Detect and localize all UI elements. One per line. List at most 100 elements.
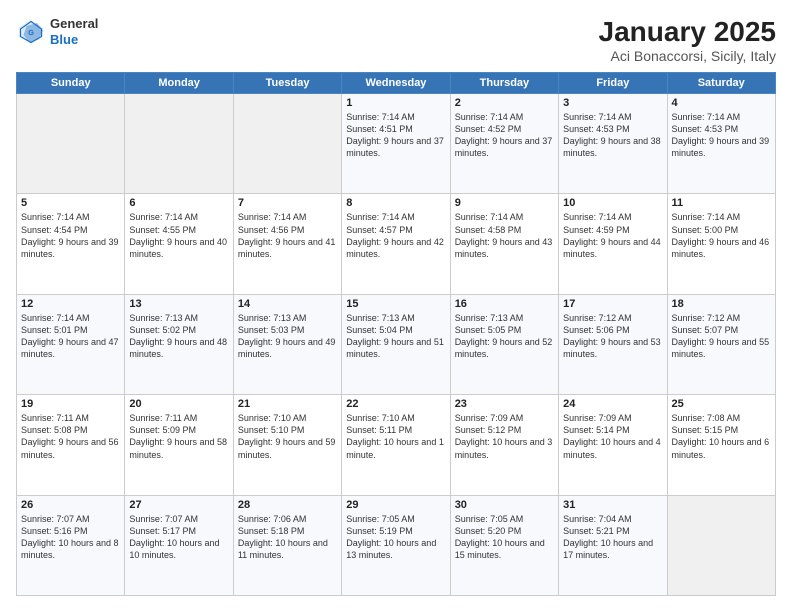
calendar-cell: 18 Sunrise: 7:12 AMSunset: 5:07 PMDayligh… bbox=[667, 294, 775, 394]
day-number: 7 bbox=[238, 197, 337, 209]
day-number: 31 bbox=[563, 499, 662, 511]
day-number: 12 bbox=[21, 298, 120, 310]
cell-text: Sunrise: 7:14 AMSunset: 4:56 PMDaylight:… bbox=[238, 211, 337, 260]
calendar-cell: 12Sunrise: 7:14 AMSunset: 5:01 PMDayligh… bbox=[17, 294, 125, 394]
weekday-header: Friday bbox=[559, 73, 667, 94]
calendar-cell: 5 Sunrise: 7:14 AMSunset: 4:54 PMDaylight… bbox=[17, 194, 125, 294]
month-title: January 2025 bbox=[599, 16, 776, 48]
calendar-cell: 24Sunrise: 7:09 AMSunset: 5:14 PMDayligh… bbox=[559, 395, 667, 495]
day-number: 9 bbox=[455, 197, 554, 209]
day-number: 6 bbox=[129, 197, 228, 209]
calendar-cell: 26 Sunrise: 7:07 AMSunset: 5:16 PMDayligh… bbox=[17, 495, 125, 595]
logo: G General Blue bbox=[16, 16, 98, 47]
day-number: 2 bbox=[455, 97, 554, 109]
cell-text: Sunrise: 7:09 AMSunset: 5:14 PMDaylight:… bbox=[563, 412, 662, 461]
calendar-cell: 29 Sunrise: 7:05 AMSunset: 5:19 PMDayligh… bbox=[342, 495, 450, 595]
calendar-week-row: 12Sunrise: 7:14 AMSunset: 5:01 PMDayligh… bbox=[17, 294, 776, 394]
calendar-week-row: 5 Sunrise: 7:14 AMSunset: 4:54 PMDaylight… bbox=[17, 194, 776, 294]
cell-text: Sunrise: 7:14 AMSunset: 4:51 PMDaylight:… bbox=[346, 111, 445, 160]
calendar-body: 1 Sunrise: 7:14 AMSunset: 4:51 PMDaylight… bbox=[17, 94, 776, 596]
calendar-week-row: 26 Sunrise: 7:07 AMSunset: 5:16 PMDayligh… bbox=[17, 495, 776, 595]
calendar-cell: 13 Sunrise: 7:13 AMSunset: 5:02 PMDayligh… bbox=[125, 294, 233, 394]
cell-text: Sunrise: 7:13 AMSunset: 5:04 PMDaylight:… bbox=[346, 312, 445, 361]
calendar-cell: 8 Sunrise: 7:14 AMSunset: 4:57 PMDaylight… bbox=[342, 194, 450, 294]
calendar-week-row: 19 Sunrise: 7:11 AMSunset: 5:08 PMDayligh… bbox=[17, 395, 776, 495]
cell-text: Sunrise: 7:09 AMSunset: 5:12 PMDaylight:… bbox=[455, 412, 554, 461]
calendar-cell: 17Sunrise: 7:12 AMSunset: 5:06 PMDayligh… bbox=[559, 294, 667, 394]
day-number: 15 bbox=[346, 298, 445, 310]
day-number: 23 bbox=[455, 398, 554, 410]
calendar-cell bbox=[125, 94, 233, 194]
calendar-cell: 6 Sunrise: 7:14 AMSunset: 4:55 PMDaylight… bbox=[125, 194, 233, 294]
day-number: 17 bbox=[563, 298, 662, 310]
cell-text: Sunrise: 7:07 AMSunset: 5:17 PMDaylight:… bbox=[129, 513, 228, 562]
day-number: 10 bbox=[563, 197, 662, 209]
cell-text: Sunrise: 7:05 AMSunset: 5:20 PMDaylight:… bbox=[455, 513, 554, 562]
cell-text: Sunrise: 7:04 AMSunset: 5:21 PMDaylight:… bbox=[563, 513, 662, 562]
calendar-cell: 19 Sunrise: 7:11 AMSunset: 5:08 PMDayligh… bbox=[17, 395, 125, 495]
day-number: 5 bbox=[21, 197, 120, 209]
day-number: 20 bbox=[129, 398, 228, 410]
svg-text:G: G bbox=[28, 28, 34, 37]
calendar-cell: 16 Sunrise: 7:13 AMSunset: 5:05 PMDayligh… bbox=[450, 294, 558, 394]
cell-text: Sunrise: 7:14 AMSunset: 4:53 PMDaylight:… bbox=[672, 111, 771, 160]
weekday-header: Thursday bbox=[450, 73, 558, 94]
logo-text: General Blue bbox=[50, 16, 98, 47]
title-block: January 2025 Aci Bonaccorsi, Sicily, Ita… bbox=[599, 16, 776, 64]
day-number: 28 bbox=[238, 499, 337, 511]
day-number: 22 bbox=[346, 398, 445, 410]
cell-text: Sunrise: 7:14 AMSunset: 4:53 PMDaylight:… bbox=[563, 111, 662, 160]
logo-icon: G bbox=[16, 17, 46, 47]
calendar-cell: 7 Sunrise: 7:14 AMSunset: 4:56 PMDaylight… bbox=[233, 194, 341, 294]
cell-text: Sunrise: 7:07 AMSunset: 5:16 PMDaylight:… bbox=[21, 513, 120, 562]
day-number: 8 bbox=[346, 197, 445, 209]
day-number: 25 bbox=[672, 398, 771, 410]
calendar-header: SundayMondayTuesdayWednesdayThursdayFrid… bbox=[17, 73, 776, 94]
logo-general-text: General bbox=[50, 16, 98, 31]
day-number: 14 bbox=[238, 298, 337, 310]
day-number: 18 bbox=[672, 298, 771, 310]
cell-text: Sunrise: 7:11 AMSunset: 5:09 PMDaylight:… bbox=[129, 412, 228, 461]
weekday-row: SundayMondayTuesdayWednesdayThursdayFrid… bbox=[17, 73, 776, 94]
day-number: 16 bbox=[455, 298, 554, 310]
day-number: 26 bbox=[21, 499, 120, 511]
calendar-cell: 25Sunrise: 7:08 AMSunset: 5:15 PMDayligh… bbox=[667, 395, 775, 495]
day-number: 19 bbox=[21, 398, 120, 410]
calendar-cell: 14 Sunrise: 7:13 AMSunset: 5:03 PMDayligh… bbox=[233, 294, 341, 394]
calendar-cell: 11Sunrise: 7:14 AMSunset: 5:00 PMDayligh… bbox=[667, 194, 775, 294]
day-number: 30 bbox=[455, 499, 554, 511]
cell-text: Sunrise: 7:14 AMSunset: 4:55 PMDaylight:… bbox=[129, 211, 228, 260]
calendar-cell bbox=[17, 94, 125, 194]
day-number: 29 bbox=[346, 499, 445, 511]
cell-text: Sunrise: 7:06 AMSunset: 5:18 PMDaylight:… bbox=[238, 513, 337, 562]
calendar-cell: 27Sunrise: 7:07 AMSunset: 5:17 PMDayligh… bbox=[125, 495, 233, 595]
weekday-header: Saturday bbox=[667, 73, 775, 94]
weekday-header: Wednesday bbox=[342, 73, 450, 94]
cell-text: Sunrise: 7:05 AMSunset: 5:19 PMDaylight:… bbox=[346, 513, 445, 562]
cell-text: Sunrise: 7:13 AMSunset: 5:05 PMDaylight:… bbox=[455, 312, 554, 361]
day-number: 1 bbox=[346, 97, 445, 109]
weekday-header: Monday bbox=[125, 73, 233, 94]
calendar-cell: 1 Sunrise: 7:14 AMSunset: 4:51 PMDaylight… bbox=[342, 94, 450, 194]
cell-text: Sunrise: 7:14 AMSunset: 4:57 PMDaylight:… bbox=[346, 211, 445, 260]
cell-text: Sunrise: 7:10 AMSunset: 5:11 PMDaylight:… bbox=[346, 412, 445, 461]
logo-blue-text: Blue bbox=[50, 32, 78, 47]
calendar-week-row: 1 Sunrise: 7:14 AMSunset: 4:51 PMDaylight… bbox=[17, 94, 776, 194]
calendar-cell: 4Sunrise: 7:14 AMSunset: 4:53 PMDaylight… bbox=[667, 94, 775, 194]
calendar-cell: 15 Sunrise: 7:13 AMSunset: 5:04 PMDayligh… bbox=[342, 294, 450, 394]
day-number: 3 bbox=[563, 97, 662, 109]
cell-text: Sunrise: 7:12 AMSunset: 5:07 PMDaylight:… bbox=[672, 312, 771, 361]
day-number: 11 bbox=[672, 197, 771, 209]
cell-text: Sunrise: 7:10 AMSunset: 5:10 PMDaylight:… bbox=[238, 412, 337, 461]
calendar-cell: 20 Sunrise: 7:11 AMSunset: 5:09 PMDayligh… bbox=[125, 395, 233, 495]
day-number: 21 bbox=[238, 398, 337, 410]
cell-text: Sunrise: 7:14 AMSunset: 4:54 PMDaylight:… bbox=[21, 211, 120, 260]
cell-text: Sunrise: 7:13 AMSunset: 5:03 PMDaylight:… bbox=[238, 312, 337, 361]
day-number: 13 bbox=[129, 298, 228, 310]
cell-text: Sunrise: 7:14 AMSunset: 4:58 PMDaylight:… bbox=[455, 211, 554, 260]
cell-text: Sunrise: 7:13 AMSunset: 5:02 PMDaylight:… bbox=[129, 312, 228, 361]
cell-text: Sunrise: 7:11 AMSunset: 5:08 PMDaylight:… bbox=[21, 412, 120, 461]
calendar-cell bbox=[233, 94, 341, 194]
calendar-cell: 30 Sunrise: 7:05 AMSunset: 5:20 PMDayligh… bbox=[450, 495, 558, 595]
header: G General Blue January 2025 Aci Bonaccor… bbox=[16, 16, 776, 64]
